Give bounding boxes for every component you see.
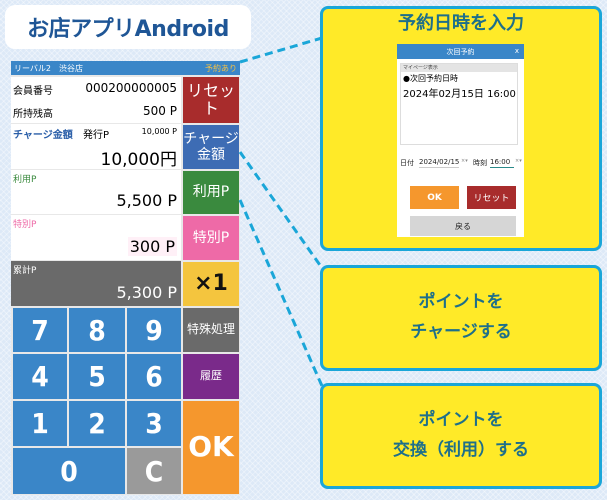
- dialog-title: 次回予約: [446, 47, 475, 56]
- reservation-callout: 予約日時を入力 次回予約 x マイページ表示 ●次回予約日時 2024年02月1…: [320, 6, 602, 251]
- reservation-datetime: 2024年02月15日 16:00: [403, 89, 516, 100]
- exchange-callout-line-2: 交換（利用）する: [393, 440, 529, 460]
- date-label: 日付: [400, 159, 414, 167]
- exchange-callout-text: ポイントを 交換（利用）する: [393, 406, 529, 466]
- next-reservation-dialog: 次回予約 x マイページ表示 ●次回予約日時 2024年02月15日 16:00…: [397, 44, 524, 237]
- connector-exchange: [238, 199, 324, 387]
- dialog-back-button[interactable]: 戻る: [410, 216, 516, 236]
- dialog-ok-button[interactable]: OK: [410, 186, 459, 209]
- charge-callout: ポイントを チャージする: [320, 265, 602, 371]
- dialog-back-label: 戻る: [455, 221, 471, 231]
- reservation-heading: ●次回予約日時: [403, 74, 458, 83]
- mypage-caption: マイページ表示: [401, 64, 517, 72]
- reservation-callout-title: 予約日時を入力: [398, 13, 524, 34]
- dialog-reset-button[interactable]: リセット: [467, 186, 516, 209]
- dialog-ok-label: OK: [427, 192, 442, 203]
- time-input[interactable]: 16:00: [490, 158, 514, 168]
- charge-callout-line-2: チャージする: [410, 322, 512, 342]
- connector-charge: [238, 151, 324, 269]
- exchange-callout: ポイントを 交換（利用）する: [320, 383, 602, 489]
- time-clear-icon[interactable]: ×▾: [515, 158, 522, 164]
- dialog-header: 次回予約 x: [397, 44, 524, 59]
- date-clear-icon[interactable]: ×▾: [461, 158, 468, 164]
- close-icon[interactable]: x: [515, 47, 519, 55]
- connector-reservation: [239, 36, 323, 64]
- exchange-callout-line-1: ポイントを: [418, 410, 504, 431]
- charge-callout-line-1: ポイントを: [418, 292, 504, 313]
- reservation-preview-box: マイページ表示 ●次回予約日時 2024年02月15日 16:00: [400, 63, 518, 145]
- date-input[interactable]: 2024/02/15: [419, 158, 460, 168]
- dialog-reset-label: リセット: [473, 194, 510, 204]
- time-label: 時刻: [473, 159, 487, 167]
- charge-callout-text: ポイントを チャージする: [410, 288, 512, 348]
